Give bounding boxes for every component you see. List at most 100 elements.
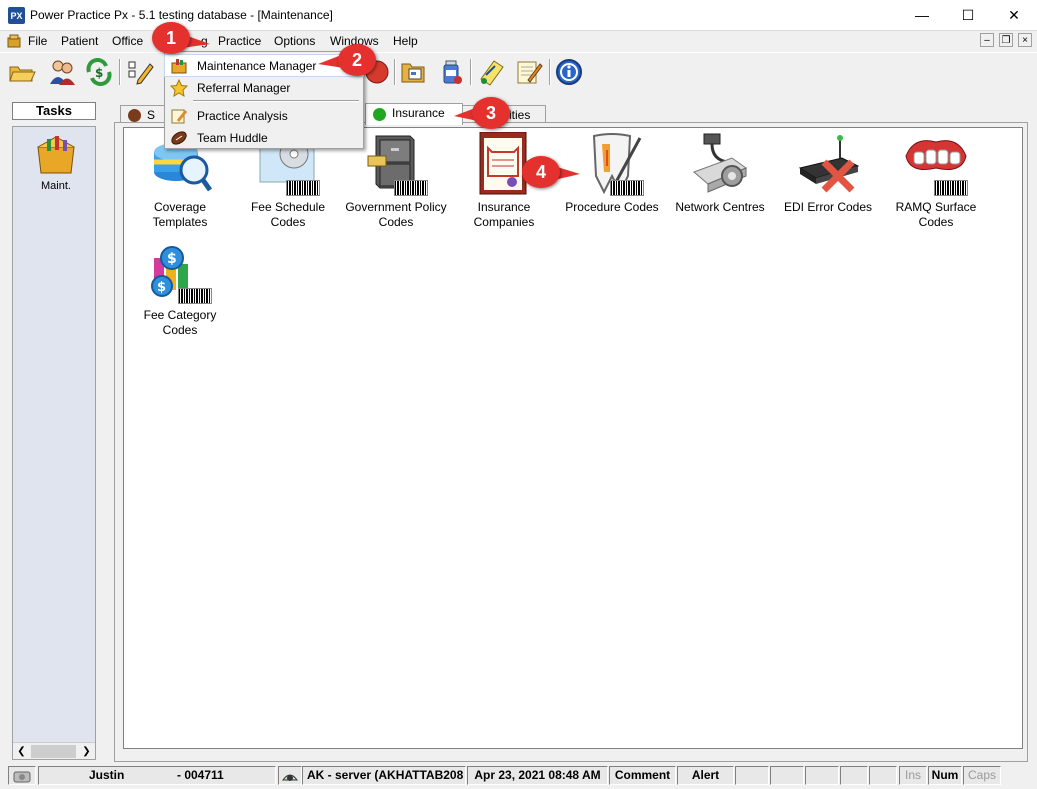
notepad-icon [480, 60, 504, 86]
menu-item-referral-manager[interactable]: Referral Manager [165, 77, 363, 98]
menu-file[interactable]: File [28, 34, 47, 48]
window-title: Power Practice Px - 5.1 testing database… [30, 8, 333, 22]
menu-separator [193, 100, 359, 102]
status-empty-cell [735, 766, 769, 785]
brown-dot-icon [128, 109, 141, 122]
tab-last-label: ities [509, 108, 531, 122]
status-user-name: Justin [89, 768, 125, 782]
tasks-pane: Tasks Maint. ❮ ❯ [10, 100, 98, 762]
main-area: Coverage Templates Fee Schedule Codes Go… [114, 122, 1028, 762]
open-folder-button[interactable] [7, 57, 37, 87]
notepad-pencil-icon [171, 109, 188, 124]
document-folder-icon [401, 63, 425, 83]
icon-panel: Coverage Templates Fee Schedule Codes Go… [123, 127, 1023, 749]
journal-button[interactable] [514, 57, 544, 87]
money-recycle-icon: $ [86, 58, 112, 86]
medicine-bottle-icon [443, 60, 462, 84]
scroll-right-arrow-icon[interactable]: ❯ [79, 744, 94, 759]
menu-item-practice-analysis[interactable]: Practice Analysis [165, 105, 363, 126]
status-server: AK - server (AKHATTAB208 [302, 766, 466, 785]
toolbox-icon [171, 59, 187, 74]
mdi-close-button[interactable]: × [1018, 33, 1032, 47]
barcode-icon [934, 180, 968, 196]
svg-text:$: $ [157, 280, 166, 295]
ramq-surface-codes-label: RAMQ Surface Codes [895, 200, 977, 229]
tab-insurance[interactable]: Insurance [365, 103, 463, 125]
tab-insurance-label: Insurance [392, 106, 445, 120]
folder-icon [9, 66, 36, 82]
status-caps-indicator: Caps [963, 766, 1001, 785]
status-empty-cell [770, 766, 804, 785]
tasks-panel: Maint. ❮ ❯ [12, 126, 96, 760]
coverage-templates-label: Coverage Templates [152, 200, 208, 229]
edit-grid-button[interactable] [125, 57, 155, 87]
callout-3: 3 [454, 97, 512, 129]
svg-text:$: $ [167, 251, 177, 267]
status-ins-indicator: Ins [899, 766, 927, 785]
patients-button[interactable] [47, 57, 77, 87]
fee-schedule-codes-label: Fee Schedule Codes [250, 200, 326, 229]
callout-4: 4 [522, 156, 580, 188]
menu-item-label: Referral Manager [197, 81, 291, 95]
status-empty-cell [805, 766, 839, 785]
status-user-id: - 004711 [177, 768, 224, 782]
ramq-surface-codes-tile[interactable]: RAMQ Surface Codes [882, 132, 990, 230]
toolbox-icon [37, 136, 75, 174]
network-centres-tile[interactable]: Network Centres [666, 132, 774, 215]
callout-2: 2 [318, 44, 378, 76]
minimize-button[interactable]: — [899, 0, 945, 30]
menu-office[interactable]: Office [112, 34, 143, 48]
menu-item-label: Practice Analysis [197, 109, 288, 123]
callout-number: 2 [338, 44, 376, 76]
menu-help[interactable]: Help [393, 34, 418, 48]
menu-item-team-huddle[interactable]: Team Huddle [165, 127, 363, 148]
menu-item-label: Maintenance Manager [197, 59, 317, 73]
people-icon [50, 60, 75, 85]
status-empty-cell [840, 766, 868, 785]
svg-text:$: $ [95, 66, 103, 80]
barcode-icon [178, 288, 212, 304]
mdi-child-icon[interactable] [6, 33, 22, 49]
toolbar: $ [0, 52, 1037, 92]
network-centres-label: Network Centres [675, 200, 765, 214]
finance-button[interactable]: $ [84, 57, 114, 87]
government-policy-codes-label: Government Policy Codes [345, 200, 447, 229]
maximize-button[interactable]: ☐ [945, 0, 991, 30]
mdi-restore-button[interactable]: ❐ [999, 33, 1013, 47]
status-connection-icon-cell [278, 766, 302, 785]
status-comment[interactable]: Comment [609, 766, 676, 785]
green-dot-icon [373, 108, 386, 121]
status-empty-cell [869, 766, 897, 785]
barcode-icon [394, 180, 428, 196]
documents-button[interactable] [398, 57, 428, 87]
barcode-icon [286, 180, 320, 196]
fee-category-codes-tile[interactable]: $ $ Fee Category Codes [126, 240, 234, 338]
info-button[interactable] [554, 57, 584, 87]
callout-number: 4 [522, 156, 560, 188]
phone-connection-icon [282, 774, 298, 781]
app-icon: PX [8, 7, 25, 24]
menu-patient[interactable]: Patient [61, 34, 98, 48]
scroll-thumb[interactable] [31, 745, 76, 758]
mdi-minimize-button[interactable]: – [980, 33, 994, 47]
edi-error-codes-tile[interactable]: EDI Error Codes [774, 132, 882, 215]
edi-error-icon [798, 135, 860, 193]
status-alert[interactable]: Alert [677, 766, 734, 785]
tasks-horizontal-scrollbar[interactable]: ❮ ❯ [13, 742, 95, 759]
scroll-left-arrow-icon[interactable]: ❮ [14, 744, 29, 759]
network-centres-icon [693, 133, 748, 193]
tasks-item-maintenance[interactable]: Maint. [31, 133, 81, 192]
menu-practice[interactable]: Practice [218, 34, 261, 48]
callout-number: 1 [152, 22, 190, 54]
menu-item-label: Team Huddle [197, 131, 268, 145]
star-icon [170, 79, 188, 97]
menu-options[interactable]: Options [274, 34, 315, 48]
status-user: Justin - 004711 [38, 766, 276, 785]
barcode-icon [610, 180, 644, 196]
medication-button[interactable] [436, 57, 466, 87]
status-datetime: Apr 23, 2021 08:48 AM [467, 766, 608, 785]
notes-button[interactable] [476, 57, 506, 87]
status-camera-button[interactable] [8, 766, 36, 785]
status-num-indicator: Num [928, 766, 962, 785]
close-button[interactable]: ✕ [991, 0, 1037, 30]
